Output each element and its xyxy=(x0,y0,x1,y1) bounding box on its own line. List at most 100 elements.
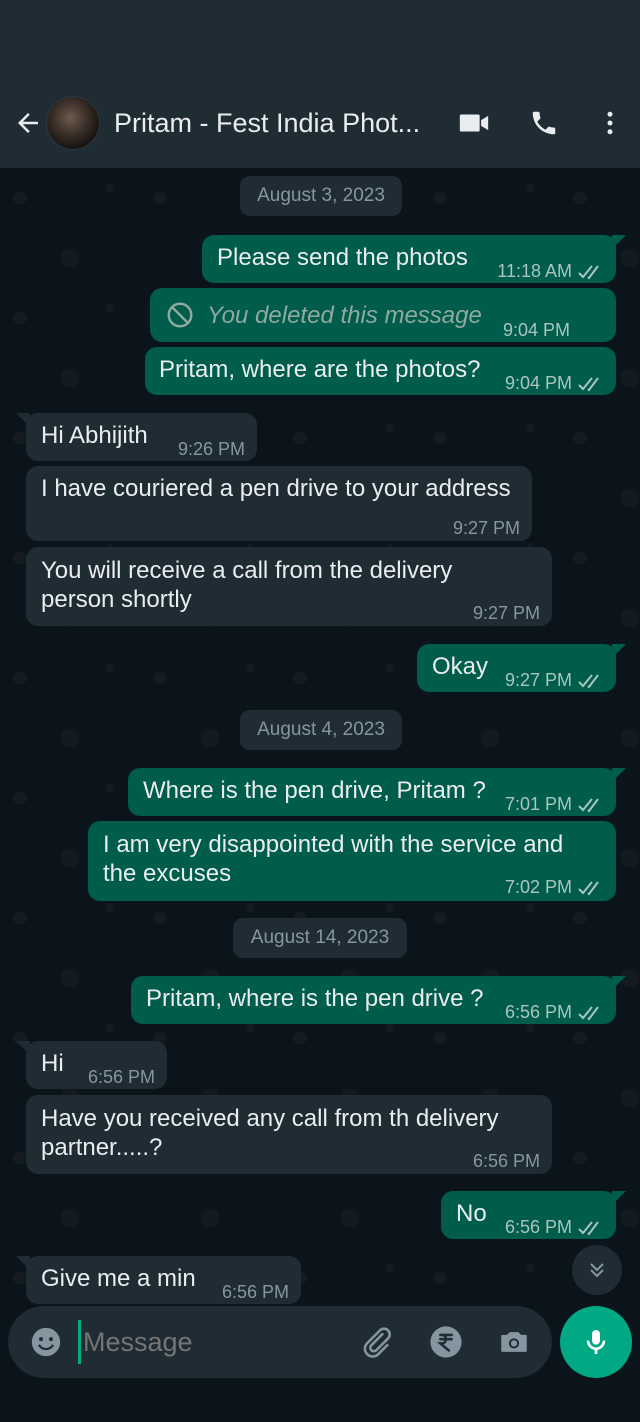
message-incoming[interactable]: Hi Abhijith 9:26 PM xyxy=(16,413,257,461)
message-incoming[interactable]: You will receive a call from the deliver… xyxy=(26,547,552,626)
voice-call-icon[interactable] xyxy=(514,93,574,153)
date-chip-label: August 3, 2023 xyxy=(257,185,385,206)
message-meta: 6:56 PM xyxy=(473,1147,540,1176)
double-check-icon xyxy=(578,376,599,392)
message-meta: 9:04 PM xyxy=(505,369,604,398)
message-text: Where is the pen drive, Pritam ? xyxy=(143,777,486,804)
navigation-bar xyxy=(0,1386,640,1422)
message-time: 9:27 PM xyxy=(504,670,572,690)
message-time: 7:02 PM xyxy=(504,877,572,897)
message-text-line1: I am very disappointed with the service … xyxy=(103,831,564,858)
blocked-icon xyxy=(167,302,193,328)
scroll-to-bottom-button[interactable] xyxy=(572,1245,622,1295)
message-meta: 9:04 PM xyxy=(503,316,570,345)
message-time: 9:26 PM xyxy=(177,439,245,459)
message-time: 6:56 PM xyxy=(221,1282,289,1302)
message-text: Give me a min xyxy=(41,1265,196,1292)
message-text: Hi Abhijith xyxy=(41,422,148,449)
status-bar xyxy=(0,0,640,78)
deleted-message-text: You deleted this message xyxy=(165,300,482,330)
message-incoming[interactable]: Hi 6:56 PM xyxy=(16,1041,167,1092)
bubble-tail xyxy=(16,413,30,427)
message-list[interactable]: August 3, 2023 Please send the photos 11… xyxy=(0,168,640,1306)
message-incoming[interactable]: I have couriered a pen drive to your add… xyxy=(26,466,532,541)
bubble-tail xyxy=(612,976,626,990)
double-check-icon xyxy=(578,673,599,689)
date-chip-label: August 4, 2023 xyxy=(257,719,385,740)
message-outgoing[interactable]: Please send the photos 11:18 AM xyxy=(202,235,626,286)
double-check-icon xyxy=(578,264,599,280)
message-time: 7:01 PM xyxy=(504,794,572,814)
message-meta: 9:27 PM xyxy=(473,599,540,628)
message-text: Pritam, where is the pen drive ? xyxy=(146,985,484,1012)
message-incoming[interactable]: Give me a min 6:56 PM xyxy=(16,1256,301,1306)
double-check-icon xyxy=(578,1005,599,1021)
video-call-icon[interactable] xyxy=(444,93,504,153)
mic-icon xyxy=(586,1330,606,1354)
message-meta: 7:01 PM xyxy=(505,790,604,819)
message-time: 9:27 PM xyxy=(452,518,520,538)
date-chip: August 14, 2023 xyxy=(233,918,407,958)
message-outgoing[interactable]: Okay 9:27 PM xyxy=(417,644,626,692)
message-text-line2: partner.....? xyxy=(41,1134,163,1161)
message-time: 9:04 PM xyxy=(502,320,570,340)
message-text: Hi xyxy=(41,1050,64,1077)
message-text: Please send the photos xyxy=(217,244,468,271)
contact-name[interactable]: Pritam - Fest India Phot... xyxy=(114,108,426,139)
message-text: No xyxy=(456,1200,487,1227)
bubble-tail xyxy=(612,768,626,782)
bubble-tail xyxy=(16,1256,30,1270)
message-text: I have couriered a pen drive to your add… xyxy=(41,475,511,502)
message-meta: 6:56 PM xyxy=(505,1213,604,1242)
message-meta: 6:56 PM xyxy=(222,1278,289,1306)
message-text-line1: Have you received any call from th deliv… xyxy=(41,1105,499,1132)
message-incoming[interactable]: Have you received any call from th deliv… xyxy=(26,1095,552,1174)
bubble-tail xyxy=(612,1191,626,1205)
message-text: Okay xyxy=(432,653,489,680)
message-time: 6:56 PM xyxy=(504,1002,572,1022)
message-outgoing[interactable]: Pritam, where is the pen drive ? 6:56 PM xyxy=(131,976,626,1027)
emoji-icon[interactable] xyxy=(26,1322,66,1362)
message-meta: 9:27 PM xyxy=(453,514,520,543)
chat-header: Pritam - Fest India Phot... xyxy=(0,78,640,168)
bubble-tail xyxy=(612,235,626,249)
message-time: 11:18 AM xyxy=(497,261,572,281)
bubble-tail xyxy=(612,644,626,658)
message-time: 6:56 PM xyxy=(504,1217,572,1237)
back-arrow-icon[interactable] xyxy=(6,93,50,153)
message-text: Pritam, where are the photos? xyxy=(159,356,481,383)
message-meta: 11:18 AM xyxy=(497,257,604,286)
contact-avatar[interactable] xyxy=(46,96,100,150)
message-composer xyxy=(8,1306,552,1378)
message-time: 6:56 PM xyxy=(87,1067,155,1087)
message-outgoing[interactable]: No 6:56 PM xyxy=(441,1191,626,1242)
message-outgoing[interactable]: Pritam, where are the photos? 9:04 PM xyxy=(145,347,616,395)
message-input[interactable] xyxy=(78,1320,348,1364)
date-chip: August 4, 2023 xyxy=(240,710,402,750)
camera-icon[interactable] xyxy=(494,1322,534,1362)
date-chip: August 3, 2023 xyxy=(240,176,402,216)
message-time: 6:56 PM xyxy=(472,1151,540,1171)
rupee-payment-icon[interactable] xyxy=(426,1322,466,1362)
message-meta: 6:56 PM xyxy=(88,1063,155,1092)
double-check-icon xyxy=(578,797,599,813)
bubble-tail xyxy=(16,1041,30,1055)
message-outgoing[interactable]: I am very disappointed with the service … xyxy=(88,821,616,901)
date-chip-label: August 14, 2023 xyxy=(250,927,390,948)
double-check-icon xyxy=(578,880,599,896)
message-text-line2: person shortly xyxy=(41,586,192,613)
attach-icon[interactable] xyxy=(356,1322,396,1362)
double-chevron-down-icon xyxy=(590,1263,604,1278)
double-check-icon xyxy=(578,1220,599,1236)
message-meta: 6:56 PM xyxy=(505,998,604,1027)
message-time: 9:04 PM xyxy=(504,373,572,393)
message-meta: 7:02 PM xyxy=(505,873,604,902)
message-text-line2: the excuses xyxy=(103,860,232,887)
message-deleted[interactable]: You deleted this message 9:04 PM xyxy=(150,288,616,342)
more-options-icon[interactable] xyxy=(580,93,640,153)
message-outgoing[interactable]: Where is the pen drive, Pritam ? 7:01 PM xyxy=(128,768,626,819)
message-text-line1: You will receive a call from the deliver… xyxy=(41,557,453,584)
message-time: 9:27 PM xyxy=(472,603,540,623)
deleted-label: You deleted this message xyxy=(207,301,482,329)
mic-button[interactable] xyxy=(560,1306,632,1378)
